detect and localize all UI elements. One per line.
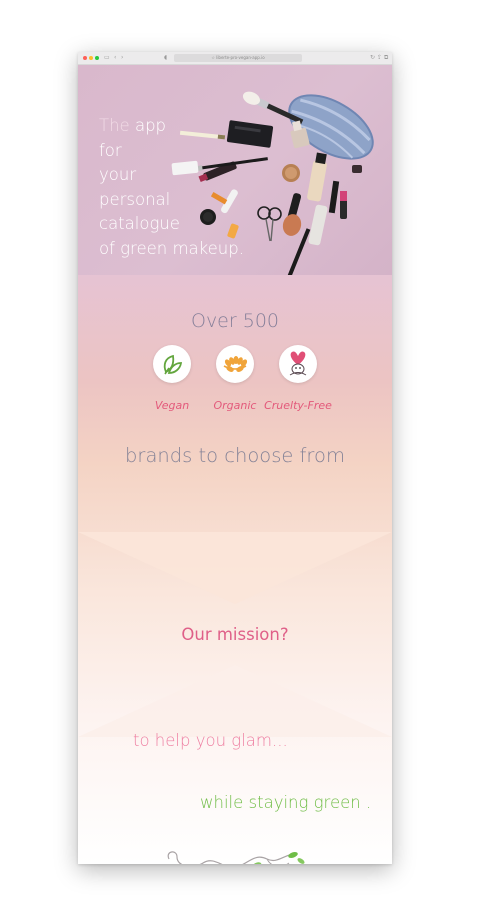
tagline-word-app: app: [134, 116, 167, 135]
tagline-word-the: The: [99, 116, 130, 135]
tagline-line-your: your: [99, 165, 137, 184]
hero-banner: The app for your personal catalogue of g…: [78, 65, 392, 275]
mission-line-glam: to help you glam...: [133, 731, 288, 750]
bunny-heart-icon: [289, 351, 307, 376]
brands-subheading: brands to choose from: [125, 444, 345, 467]
back-icon[interactable]: ‹: [114, 54, 116, 62]
tagline-line-green-makeup: of green makeup.: [99, 238, 244, 258]
tagline-line-for: for: [99, 140, 122, 160]
share-icon[interactable]: ⇪: [377, 54, 382, 62]
content-section: Over 500 Vegan Organic Cruelty-Free bran…: [78, 275, 392, 864]
minimize-window-dot[interactable]: [89, 56, 93, 60]
mission-question: Our mission?: [181, 625, 289, 644]
reload-icon[interactable]: ↻: [370, 54, 375, 62]
organic-label: Organic: [213, 399, 257, 412]
cruelty-free-badge: [279, 345, 317, 383]
shield-icon[interactable]: ◖: [164, 54, 167, 62]
cruelty-free-label: Cruelty-Free: [264, 399, 332, 412]
vegan-badge: [153, 345, 191, 383]
zoom-window-dot[interactable]: [95, 56, 99, 60]
tagline-line-catalogue: catalogue: [99, 214, 180, 233]
leaf-icon: [163, 354, 183, 375]
browser-window: ▭ ‹ › ◖ ☆ liberte-pro-vegan-app.io ↻ ⇪ ⧉: [78, 52, 392, 864]
divider-chevron-down: [78, 532, 392, 604]
tabs-icon[interactable]: ⧉: [384, 54, 388, 62]
forward-icon[interactable]: ›: [121, 54, 123, 62]
tagline-line-personal: personal: [99, 189, 171, 209]
hero-tagline: The app for your personal catalogue of g…: [99, 114, 249, 261]
close-window-dot[interactable]: [83, 56, 87, 60]
sidebar-icon[interactable]: ▭: [104, 54, 110, 62]
browser-toolbar: ▭ ‹ › ◖ ☆ liberte-pro-vegan-app.io ↻ ⇪ ⧉: [78, 52, 392, 65]
vegan-label: Vegan: [154, 399, 190, 412]
brand-count-heading: Over 500: [190, 310, 279, 332]
vine-flourish-icon: [167, 851, 305, 864]
wheat-icon: [223, 356, 248, 372]
mission-line-green: while staying green .: [200, 793, 372, 812]
address-bar[interactable]: ☆ liberte-pro-vegan-app.io: [174, 54, 302, 62]
organic-badge: [216, 345, 254, 383]
